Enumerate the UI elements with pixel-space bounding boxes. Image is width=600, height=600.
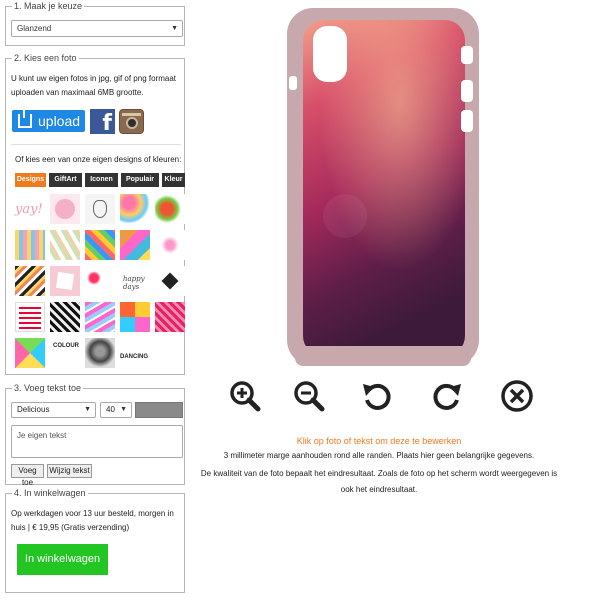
rotate-right-icon[interactable] [429,378,465,414]
tab-designs[interactable]: Designs [15,173,46,187]
cart-legend: 4. In winkelwagen [12,488,88,499]
design-thumbnail[interactable]: yay! [15,194,45,224]
shipping-info: Op werkdagen voor 13 uur besteld, morgen… [11,509,174,532]
design-thumbnail[interactable] [155,194,185,224]
design-thumbnail[interactable] [120,230,150,260]
design-thumbnail[interactable] [15,230,45,260]
design-thumbnail[interactable] [85,302,115,332]
chevron-down-icon: ▼ [84,406,91,413]
text-color-picker[interactable] [135,402,183,418]
divider [11,144,181,145]
phone-case-image [287,8,479,366]
tab-iconen[interactable]: Iconen [85,173,118,187]
design-thumbnail[interactable] [15,302,45,332]
upload-button[interactable]: upload [12,108,85,132]
design-thumbnail[interactable] [85,230,115,260]
phone-case-preview[interactable] [285,6,481,368]
thumbnail-text: yay! [15,202,43,217]
thumbnail-text: COLOUR [53,343,79,349]
designs-hint: Of kies een van onze eigen designs of kl… [15,155,182,164]
size-select[interactable]: 40 ▼ [100,402,132,418]
text-panel: 3. Voeg tekst toe Delicious ▼ 40 ▼ Je ei… [5,383,185,487]
thumbnail-text: happy days [123,275,145,291]
design-thumbnail[interactable] [155,266,185,296]
choice-panel: 1. Maak je keuze Glanzend ▼ [5,1,185,46]
design-thumbnail[interactable] [85,266,115,296]
rotate-left-icon[interactable] [359,378,395,414]
custom-text-input[interactable]: Je eigen tekst [11,425,183,458]
editor-toolbar [225,378,555,418]
design-thumbnail[interactable]: COLOUR [50,338,80,368]
edit-hint: Klik op foto of tekst om deze te bewerke… [296,436,462,446]
design-thumbnail[interactable]: DANCING [120,338,150,368]
design-thumbnail[interactable] [85,338,115,368]
text-legend: 3. Voeg tekst toe [12,383,84,394]
design-thumbnail[interactable] [15,338,45,368]
upload-button-label: upload [38,113,81,129]
design-thumbnail[interactable] [155,302,185,332]
tab-giftart[interactable]: GiftArt [49,173,82,187]
margin-info: 3 millimeter marge aanhouden rond alle r… [223,451,535,460]
design-thumbnail[interactable] [120,302,150,332]
choice-legend: 1. Maak je keuze [12,1,85,12]
upload-description: U kunt uw eigen fotos in jpg, gif of png… [11,74,176,97]
font-select[interactable]: Delicious ▼ [11,402,96,418]
remove-icon[interactable] [499,378,535,414]
instagram-lens [126,117,138,129]
zoom-in-icon[interactable] [227,378,263,414]
design-thumbnail[interactable] [50,194,80,224]
design-thumbnail[interactable] [50,230,80,260]
photo-legend: 2. Kies een foto [12,53,79,64]
design-thumbnail[interactable] [120,194,150,224]
instagram-strip [122,113,141,116]
quality-info: De kwaliteit van de foto bepaalt het ein… [200,469,558,494]
photo-panel: 2. Kies een foto U kunt uw eigen fotos i… [5,53,185,375]
design-tabs: Designs GiftArt Iconen Populair Kleur [15,173,185,187]
upload-icon [18,108,32,128]
finish-select-value: Glanzend [17,24,52,33]
design-thumbnail[interactable] [155,230,185,260]
tab-populair[interactable]: Populair [121,173,159,187]
design-thumbnail[interactable]: happy days [120,266,150,296]
design-thumbnail[interactable] [85,194,115,224]
thumbnail-text: DANCING [120,354,148,360]
design-thumbnail[interactable] [15,266,45,296]
chevron-down-icon: ▼ [171,25,178,32]
cart-panel: 4. In winkelwagen Op werkdagen voor 13 u… [5,488,185,593]
size-select-value: 40 [106,405,115,414]
add-to-cart-button[interactable]: In winkelwagen [17,544,108,575]
design-thumbnail[interactable] [50,302,80,332]
chevron-down-icon: ▼ [120,406,127,413]
instagram-icon[interactable] [119,109,144,134]
zoom-out-icon[interactable] [291,378,327,414]
design-thumbnail[interactable] [50,266,80,296]
edit-text-button[interactable]: Wijzig tekst [47,464,92,478]
facebook-icon[interactable]: f [90,109,115,136]
finish-select[interactable]: Glanzend ▼ [11,20,183,37]
font-select-value: Delicious [17,405,50,414]
tab-kleur[interactable]: Kleur [162,173,185,187]
add-text-button[interactable]: Voeg toe [11,464,44,487]
